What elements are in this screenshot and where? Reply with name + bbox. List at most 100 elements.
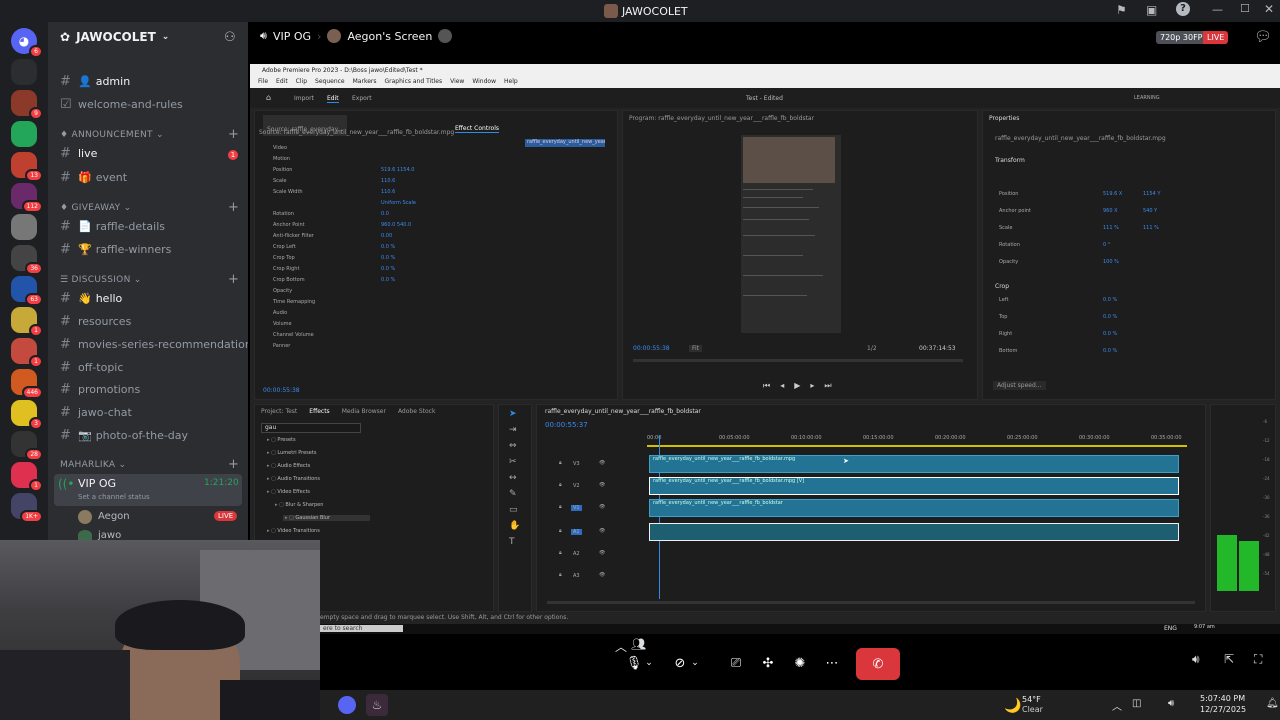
crop-row[interactable]: Bottom 0.0 % (999, 348, 1269, 358)
tab-edit[interactable]: Edit (327, 95, 339, 103)
effect-property-row[interactable]: Video (263, 145, 519, 155)
menu-item[interactable]: Edit (276, 78, 288, 86)
channel-offtopic[interactable]: # off-topic (60, 360, 123, 375)
server-icon[interactable]: 1 (11, 338, 43, 368)
lock-icon[interactable]: 🔒︎ (559, 572, 562, 578)
effect-property-row[interactable]: Uniform Scale (263, 200, 519, 210)
home-icon[interactable]: ⌂ (266, 93, 271, 102)
effect-property-row[interactable]: Panner (263, 343, 519, 353)
network-icon[interactable]: ◫ (1132, 698, 1141, 709)
frame-back-icon[interactable]: ◂ (780, 381, 784, 391)
discord-taskbar-icon[interactable] (338, 696, 356, 714)
effect-property-row[interactable]: Audio (263, 310, 519, 320)
activities-icon[interactable]: ✣ (754, 650, 782, 676)
tab-export[interactable]: Export (352, 95, 372, 102)
menu-item[interactable]: File (258, 78, 268, 86)
effect-property-row[interactable]: Volume (263, 321, 519, 331)
transform-row[interactable]: Opacity 100 % (999, 259, 1269, 269)
server-icon[interactable] (11, 214, 37, 240)
step-forward-icon[interactable]: ⏭ (824, 381, 831, 391)
effect-property-row[interactable]: Anchor Point 960.0 540.0 (263, 222, 519, 232)
server-icon[interactable]: 28 (11, 431, 43, 461)
server-icon[interactable] (11, 59, 37, 85)
effects-tree-item[interactable]: ▸ ▢ Blur & Sharpen (275, 502, 323, 508)
lock-icon[interactable]: 🔒︎ (559, 460, 562, 466)
clip-a1[interactable] (649, 523, 1179, 541)
eye-icon[interactable]: 👁︎ (599, 504, 605, 510)
server-icon[interactable]: 13 (11, 152, 43, 182)
server-icon[interactable]: 112 (11, 183, 43, 213)
eye-icon[interactable]: 👁︎ (599, 550, 605, 556)
timeline-scrollbar[interactable] (547, 601, 1195, 604)
tab-effect-controls[interactable]: Effect Controls (455, 115, 499, 134)
channel-event[interactable]: # 🎁 event (60, 170, 127, 185)
transform-section[interactable]: Transform (995, 157, 1025, 164)
fullscreen-icon[interactable]: ⛶ (1254, 652, 1262, 667)
server-icon[interactable] (11, 121, 37, 147)
disconnect-button[interactable]: ✆ (856, 648, 900, 680)
fit-dropdown[interactable]: Fit (689, 345, 703, 352)
selection-tool-icon[interactable]: ➤ (509, 409, 517, 419)
server-icon[interactable]: 1 (11, 462, 43, 492)
effects-tree-item[interactable]: ▸ ▢ Audio Transitions (267, 476, 320, 482)
soundboard-icon[interactable]: ✺ (786, 650, 814, 676)
maximize-button[interactable]: ☐ (1240, 2, 1250, 15)
minimize-button[interactable]: — (1212, 3, 1223, 16)
effect-property-row[interactable]: Crop Left 0.0 % (263, 244, 519, 254)
steam-taskbar-icon[interactable]: ♨ (366, 694, 388, 716)
track-header[interactable]: V3 🔒︎ 👁︎ (547, 455, 643, 473)
channel-live[interactable]: # live (60, 146, 97, 161)
effect-property-row[interactable]: Rotation 0.0 (263, 211, 519, 221)
razor-icon[interactable]: ✂ (509, 457, 517, 467)
category-announcement[interactable]: ♦ ANNOUNCEMENT ⌄ (60, 130, 164, 140)
timeline-ruler[interactable]: 00:00 00:05:00:00 00:10:00:00 00:15:00:00 00… (647, 435, 1187, 445)
effect-property-row[interactable]: Position 519.6 1154.0 (263, 167, 519, 177)
add-channel-icon[interactable]: + (228, 200, 239, 215)
channel-jawochat[interactable]: # jawo-chat (60, 405, 132, 420)
channel-movies[interactable]: # movies-series-recommendations (60, 337, 258, 352)
play-icon[interactable]: ▶ (794, 381, 800, 391)
project-tab[interactable]: Media Browser (342, 408, 386, 415)
effects-tree-item[interactable]: ▸ ▢ Video Effects (267, 489, 310, 495)
track-header[interactable]: V2 🔒︎ 👁︎ (547, 477, 643, 495)
work-area-bar[interactable] (647, 445, 1187, 447)
add-channel-icon[interactable]: + (228, 457, 239, 472)
effects-tree-item[interactable]: ▸ ▢ Audio Effects (267, 463, 310, 469)
channel-promotions[interactable]: # promotions (60, 382, 140, 397)
transform-row[interactable]: Anchor point 960 X 540 Y (999, 208, 1269, 218)
server-icon[interactable]: 1K+ (11, 493, 43, 523)
effects-tree-item[interactable]: ▸ ▢ Presets (267, 437, 296, 443)
inner-search[interactable]: ere to search (320, 625, 403, 632)
menu-item[interactable]: Clip (296, 78, 307, 86)
chat-icon[interactable]: 💬︎ (1254, 29, 1272, 45)
inbox-flag-icon[interactable]: ⚑ (1116, 3, 1127, 17)
menu-item[interactable]: View (450, 78, 464, 86)
effects-search-input[interactable]: gau (261, 423, 361, 433)
notification-icon[interactable]: 🔔︎ (1266, 698, 1279, 709)
menu-item[interactable]: Sequence (315, 78, 345, 86)
server-icon[interactable]: 1 (11, 307, 43, 337)
effect-property-row[interactable]: Crop Top 0.0 % (263, 255, 519, 265)
channel-resources[interactable]: # resources (60, 314, 131, 329)
camera-options-chevron-icon[interactable]: ⌄ (688, 650, 702, 676)
rectangle-icon[interactable]: ▭ (509, 505, 518, 515)
server-icon[interactable]: 3 (11, 400, 43, 430)
channel-raffle-winners[interactable]: # 🏆 raffle-winners (60, 242, 171, 257)
screen-share-icon[interactable]: ⎚ (722, 650, 750, 676)
effect-property-row[interactable]: Scale Width 110.6 (263, 189, 519, 199)
effects-tree-item[interactable]: ▸ ▢ Lumetri Presets (267, 450, 316, 456)
lock-icon[interactable]: 🔒︎ (559, 482, 562, 488)
transform-row[interactable]: Scale 111 % 111 % (999, 225, 1269, 235)
tab-import[interactable]: Import (294, 95, 314, 102)
menu-item[interactable]: Help (504, 78, 518, 86)
ec-clip-bar[interactable]: raffle_everyday_until_new_year (525, 139, 605, 147)
channel-hello[interactable]: # 👋 hello (60, 291, 122, 306)
crop-row[interactable]: Right 0.0 % (999, 331, 1269, 341)
add-channel-icon[interactable]: + (228, 127, 239, 142)
channel-raffle-details[interactable]: # 📄 raffle-details (60, 219, 165, 234)
resolution-dropdown[interactable]: 1/2 (867, 345, 877, 352)
effect-property-row[interactable]: Channel Volume (263, 332, 519, 342)
voice-channel-vip[interactable]: ((• VIP OG 1:21:20 Set a channel status (54, 474, 242, 506)
server-icon[interactable]: ◕ 6 (11, 28, 43, 58)
program-timecode[interactable]: 00:00:55:38 (633, 345, 670, 352)
